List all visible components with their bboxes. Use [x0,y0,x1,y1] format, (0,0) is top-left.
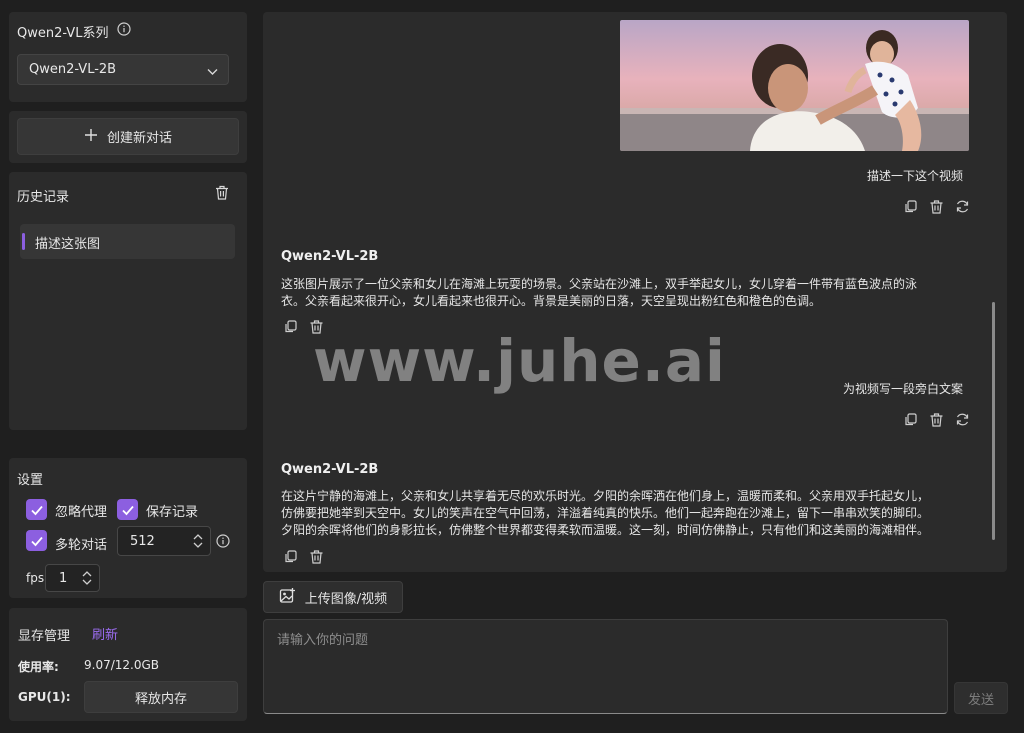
assistant-name: Qwen2-VL-2B [281,249,379,264]
user-message: 为视频写一段旁白文案 [842,382,963,396]
multi-turn-checkbox[interactable] [26,530,47,551]
copy-icon[interactable] [283,549,298,564]
assistant-message: 在这片宁静的海滩上，父亲和女儿共享着无尽的欢乐时光。夕阳的余晖洒在他们身上，温暖… [281,489,930,537]
plus-icon [84,128,98,146]
memory-title: 显存管理 [18,629,71,644]
chevron-down-icon [207,65,218,80]
usage-value: 9.07/12.0GB [84,658,160,672]
fps-input[interactable]: 1 [45,564,100,592]
model-select-value: Qwen2-VL-2B [29,62,117,77]
chat-scrollbar[interactable] [992,302,995,540]
trash-icon[interactable] [215,185,229,204]
new-chat-label: 创建新对话 [106,131,172,146]
message-actions [903,199,970,214]
history-title: 历史记录 [17,190,70,205]
info-icon[interactable] [117,22,131,40]
watermark: www.juhe.ai [313,327,726,395]
message-actions [903,412,970,427]
ignore-proxy-checkbox[interactable] [26,499,47,520]
history-item[interactable]: 描述这张图 [20,224,235,259]
stepper-icon[interactable] [81,569,93,585]
save-history-label: 保存记录 [146,505,199,520]
regenerate-icon[interactable] [955,199,970,214]
check-icon [121,505,134,515]
assistant-name: Qwen2-VL-2B [281,462,379,477]
send-label: 发送 [967,692,994,708]
assistant-message: 这张图片展示了一位父亲和女儿在海滩上玩耍的场景。父亲站在沙滩上，双手举起女儿，女… [281,277,918,308]
fps-label: fps [26,571,45,585]
copy-icon[interactable] [903,199,918,214]
delete-icon[interactable] [929,199,944,214]
check-icon [30,505,43,515]
regenerate-icon[interactable] [955,412,970,427]
max-tokens-input[interactable]: 512 [117,526,211,556]
stepper-icon[interactable] [192,532,204,548]
delete-icon[interactable] [309,549,324,564]
question-input[interactable]: 请输入你的问题 [263,619,948,714]
new-chat-panel: 创建新对话 [9,111,247,163]
new-chat-button[interactable]: 创建新对话 [17,118,239,155]
history-item-label: 描述这张图 [35,237,101,252]
fps-value: 1 [59,571,68,586]
info-icon[interactable] [216,534,230,552]
copy-icon[interactable] [903,412,918,427]
release-memory-label: 释放内存 [134,691,187,707]
save-history-checkbox[interactable] [117,499,138,520]
message-actions [283,549,324,564]
max-tokens-value: 512 [130,534,155,549]
video-thumbnail[interactable] [620,20,969,151]
refresh-link[interactable]: 刷新 [92,624,118,643]
release-memory-button[interactable]: 释放内存 [84,681,238,713]
history-panel: 历史记录 描述这张图 [9,172,247,430]
user-message: 描述一下这个视频 [866,169,963,183]
image-upload-icon [279,587,296,608]
usage-label: 使用率: [18,660,59,674]
model-series-label: Qwen2-VL系列 [17,26,109,41]
multi-turn-label: 多轮对话 [55,538,108,553]
gpu-label: GPU(1): [18,690,71,704]
delete-icon[interactable] [929,412,944,427]
chat-panel: 描述一下这个视频 Qwen2-VL-2B 这张图片展示了一位父亲和女儿在海滩上玩… [263,12,1007,572]
settings-panel: 设置 忽略代理 保存记录 多轮对话 512 fps 1 [9,458,247,598]
question-placeholder: 请输入你的问题 [277,633,369,648]
model-panel: Qwen2-VL系列 Qwen2-VL-2B [9,12,247,102]
ignore-proxy-label: 忽略代理 [55,505,108,520]
upload-button[interactable]: 上传图像/视频 [263,581,403,613]
model-select[interactable]: Qwen2-VL-2B [17,54,229,85]
settings-title: 设置 [17,473,44,488]
send-button[interactable]: 发送 [954,682,1008,714]
memory-panel: 显存管理 刷新 使用率: 9.07/12.0GB GPU(1): 释放内存 [9,608,247,721]
copy-icon[interactable] [283,319,298,334]
history-item-indicator [22,233,25,250]
check-icon [30,536,43,546]
upload-label: 上传图像/视频 [304,591,388,607]
